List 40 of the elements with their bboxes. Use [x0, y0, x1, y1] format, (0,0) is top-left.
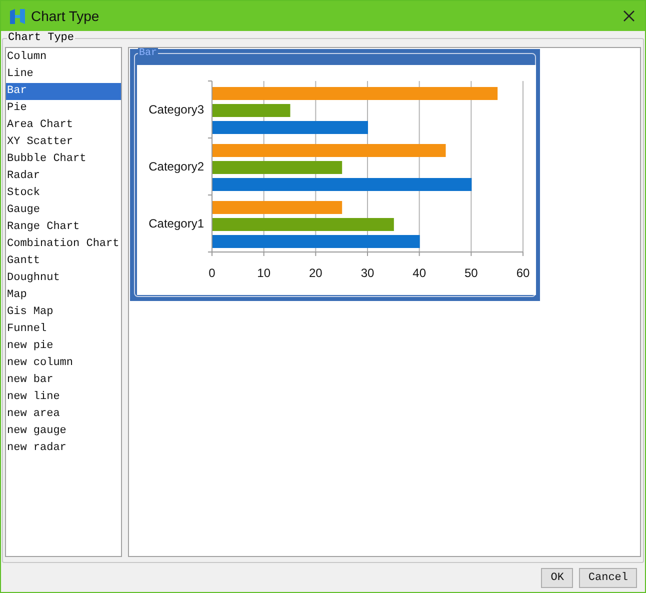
list-item[interactable]: XY Scatter — [6, 134, 121, 151]
category-label: Category2 — [148, 160, 204, 174]
list-item[interactable]: new column — [6, 355, 121, 372]
list-item[interactable]: Gis Map — [6, 304, 121, 321]
category-label: Category3 — [148, 102, 204, 116]
list-item[interactable]: Doughnut — [6, 270, 121, 287]
tick-label: 0 — [208, 266, 216, 280]
list-item[interactable]: Bubble Chart — [6, 151, 121, 168]
list-item[interactable]: Stock — [6, 185, 121, 202]
list-item[interactable]: Area Chart — [6, 117, 121, 134]
close-icon[interactable] — [623, 10, 635, 22]
window-title: Chart Type — [31, 6, 100, 26]
list-item[interactable]: Line — [6, 66, 121, 83]
tick-label: 10 — [257, 266, 271, 280]
list-item[interactable]: Combination Chart — [6, 236, 121, 253]
list-item[interactable]: new radar — [6, 440, 121, 457]
ok-button[interactable]: OK — [541, 568, 574, 588]
list-item[interactable]: Column — [6, 49, 121, 66]
category-label: Category1 — [148, 216, 204, 230]
list-item[interactable]: Gauge — [6, 202, 121, 219]
list-item[interactable]: Funnel — [6, 321, 121, 338]
tick-label: 60 — [516, 266, 530, 280]
list-item[interactable]: Pie — [6, 100, 121, 117]
list-item[interactable]: new gauge — [6, 423, 121, 440]
app-logo-icon — [9, 8, 26, 24]
tick-label: 20 — [308, 266, 322, 280]
list-item[interactable]: Map — [6, 287, 121, 304]
tick-label: 40 — [412, 266, 426, 280]
list-item[interactable]: new line — [6, 389, 121, 406]
list-item[interactable]: Range Chart — [6, 219, 121, 236]
list-item[interactable]: Bar — [6, 83, 121, 100]
cancel-button[interactable]: Cancel — [579, 568, 637, 588]
list-item[interactable]: new pie — [6, 338, 121, 355]
group-title: Chart Type — [7, 31, 76, 45]
tick-label: 50 — [464, 266, 478, 280]
list-item[interactable]: new bar — [6, 372, 121, 389]
list-item[interactable]: new area — [6, 406, 121, 423]
tick-label: 30 — [360, 266, 374, 280]
list-item[interactable]: Gantt — [6, 253, 121, 270]
list-item[interactable]: Radar — [6, 168, 121, 185]
